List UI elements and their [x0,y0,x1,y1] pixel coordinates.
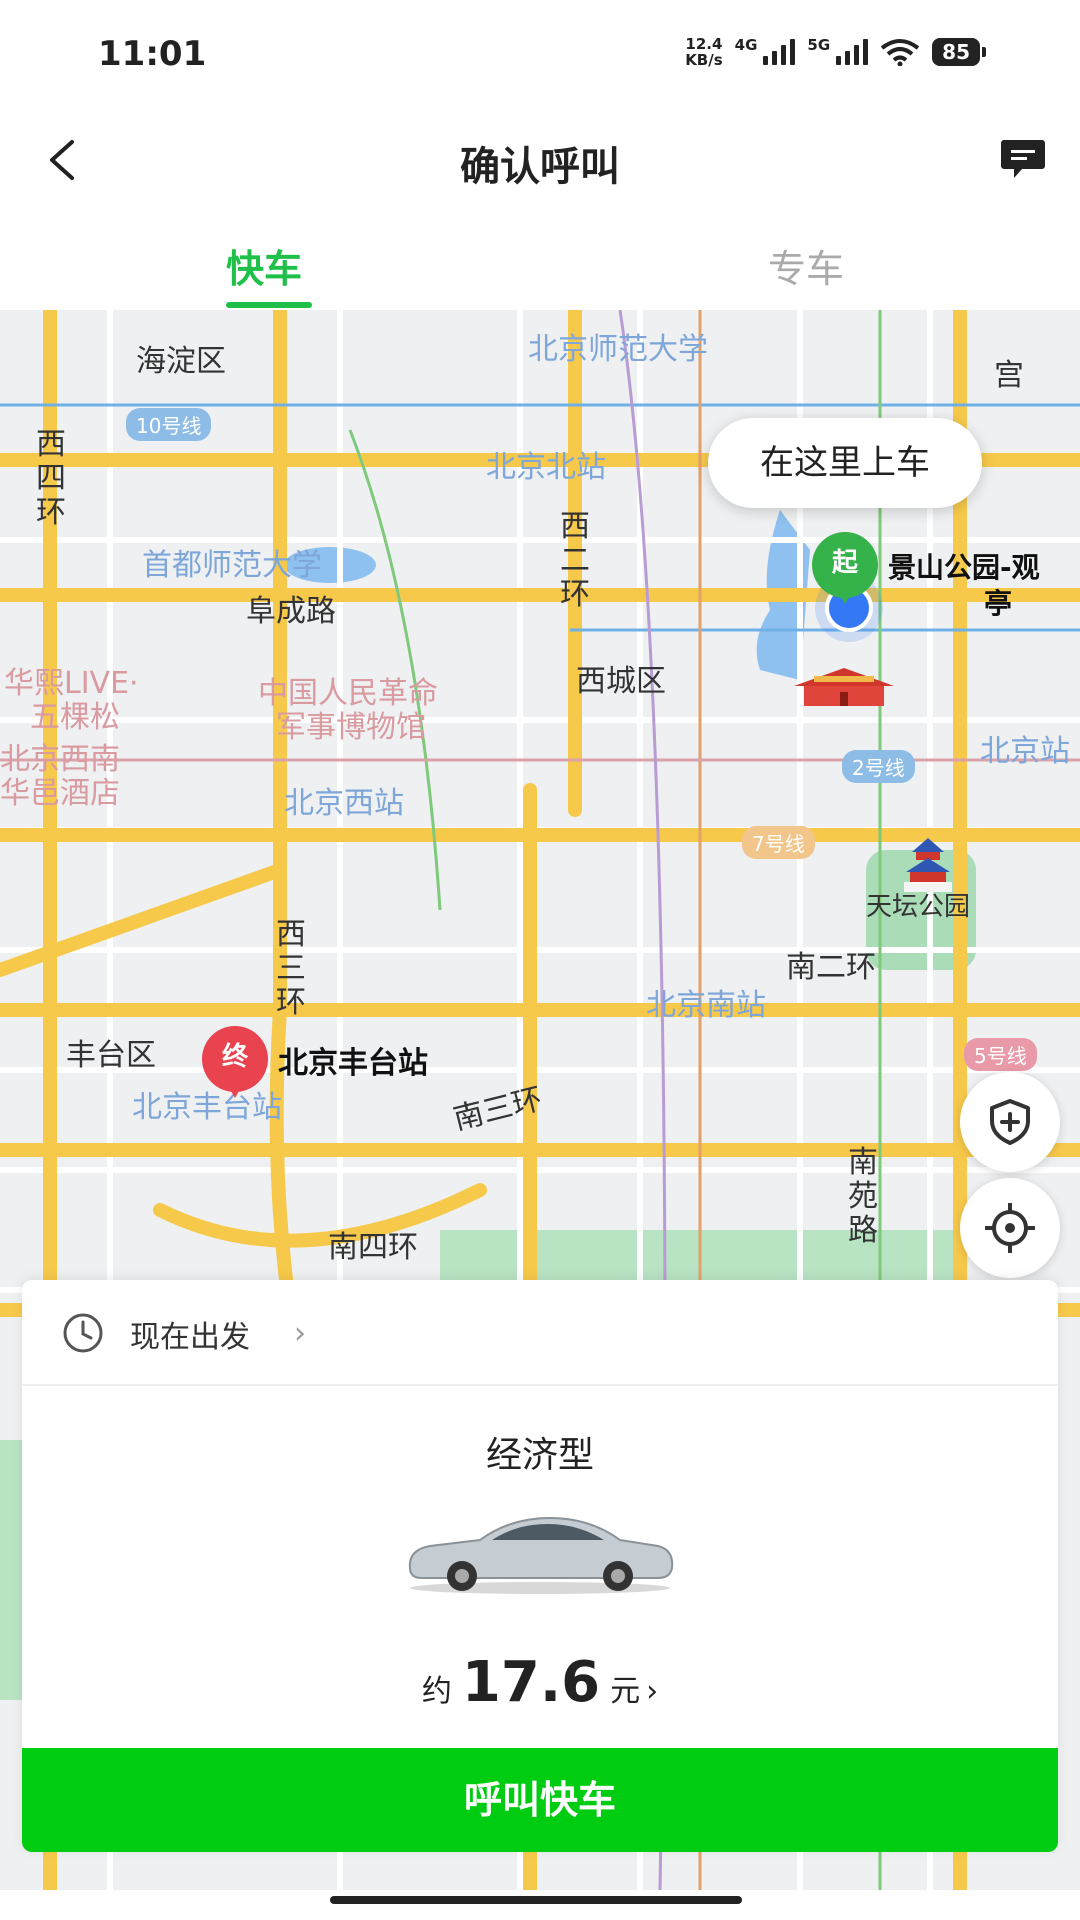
car-type-label: 经济型 [485,1435,594,1476]
net-speed-value: 12.4 [685,35,723,53]
map-label-line10: 10号线 [126,408,212,441]
map-label-cnu: 首都师范大学 [142,548,322,583]
map-label-line5: 5号线 [964,1038,1037,1071]
map-label-beijingnan: 北京南站 [646,988,766,1023]
price-detail-chevron-icon: › [646,1674,659,1709]
start-pin[interactable]: 起 [812,532,878,604]
map-label-palace: 宫 [994,358,1024,393]
end-location-name: 北京丰台站 [278,1046,428,1081]
end-pin[interactable]: 终 [202,1026,268,1098]
tab-zhuanche[interactable]: 专车 [768,238,844,293]
pickup-here-bubble[interactable]: 在这里上车 [708,418,982,508]
tab-kuaiche[interactable]: 快车 [226,238,302,293]
map-label-xinan-2: 华邑酒店 [0,776,120,811]
map-label-beijingzhan: 北京站 [980,734,1070,769]
map-label-nansihuan: 南四环 [328,1230,418,1265]
status-icons: 12.4 KB/s 4G 5G 85 [685,36,986,68]
departure-time-label: 现在出发 [130,1320,250,1355]
battery-indicator: 85 [932,38,986,66]
net-speed: 12.4 KB/s [685,36,722,68]
signal-icon [763,39,796,65]
clock-icon [63,1313,103,1353]
signal-icon-2 [836,39,869,65]
start-location-name-line2: 亭 [984,587,1013,620]
map-label-beijingxi: 北京西站 [284,786,404,821]
map-label-xierhuan: 西二环 [560,509,590,612]
locate-crosshair-icon [985,1203,1035,1253]
departure-time-row[interactable]: 现在出发 › [22,1280,1058,1386]
net-speed-unit: KB/s [685,51,723,69]
status-time: 11:01 [98,34,207,74]
status-bar: 11:01 12.4 KB/s 4G 5G 85 [0,0,1080,110]
map-label-line2: 2号线 [842,750,915,783]
home-indicator[interactable] [330,1896,742,1904]
tiananmen-icon [794,668,894,706]
map-label-museum-2: 军事博物馆 [276,710,426,745]
chevron-right-icon: › [294,1316,306,1351]
signal-5g-label: 5G [807,36,831,54]
safety-shield-button[interactable] [960,1072,1060,1172]
tab-indicator [226,302,312,308]
car-image [408,1516,674,1594]
map-label-nanerhuan: 南二环 [786,950,876,985]
page-title: 确认呼叫 [460,144,620,190]
price-prefix: 约 [421,1674,452,1709]
map-label-beijingbei: 北京北站 [486,450,606,485]
map-label-bnu: 北京师范大学 [528,332,708,367]
ride-type-tabs: 快车 专车 [0,210,1080,310]
map-label-fengtaizhan: 北京丰台站 [132,1090,282,1125]
temple-of-heaven-icon [904,838,952,892]
nav-header: 确认呼叫 [0,110,1080,210]
map-label-line7: 7号线 [742,826,815,859]
map-label-fuchenglu: 阜成路 [246,594,336,629]
map-label-xicheng: 西城区 [576,664,666,699]
map-label-xisihuan: 西四环 [36,427,66,530]
map-label-xisanhuan: 西三环 [276,917,306,1020]
order-card: 现在出发 › 经济型 约 17.6 元 › 呼叫快车 [22,1280,1058,1852]
locate-me-button[interactable] [960,1178,1060,1278]
call-ride-button[interactable]: 呼叫快车 [22,1748,1058,1852]
map-label-haidian: 海淀区 [136,344,226,379]
price-row[interactable]: 约 17.6 元 › [22,1650,1058,1715]
signal-4g-label: 4G [734,36,758,54]
price-value: 17.6 [461,1650,601,1715]
wifi-icon [880,39,920,66]
shield-icon [990,1099,1030,1145]
map-label-fengtai: 丰台区 [66,1038,156,1073]
message-icon[interactable] [1000,138,1046,180]
map-label-huaxi-2: 五棵松 [30,700,120,735]
map-label-nanyuanlu: 南苑路 [848,1145,878,1248]
price-unit: 元 [610,1674,641,1709]
start-location-name-line1: 景山公园-观 [888,551,1040,584]
